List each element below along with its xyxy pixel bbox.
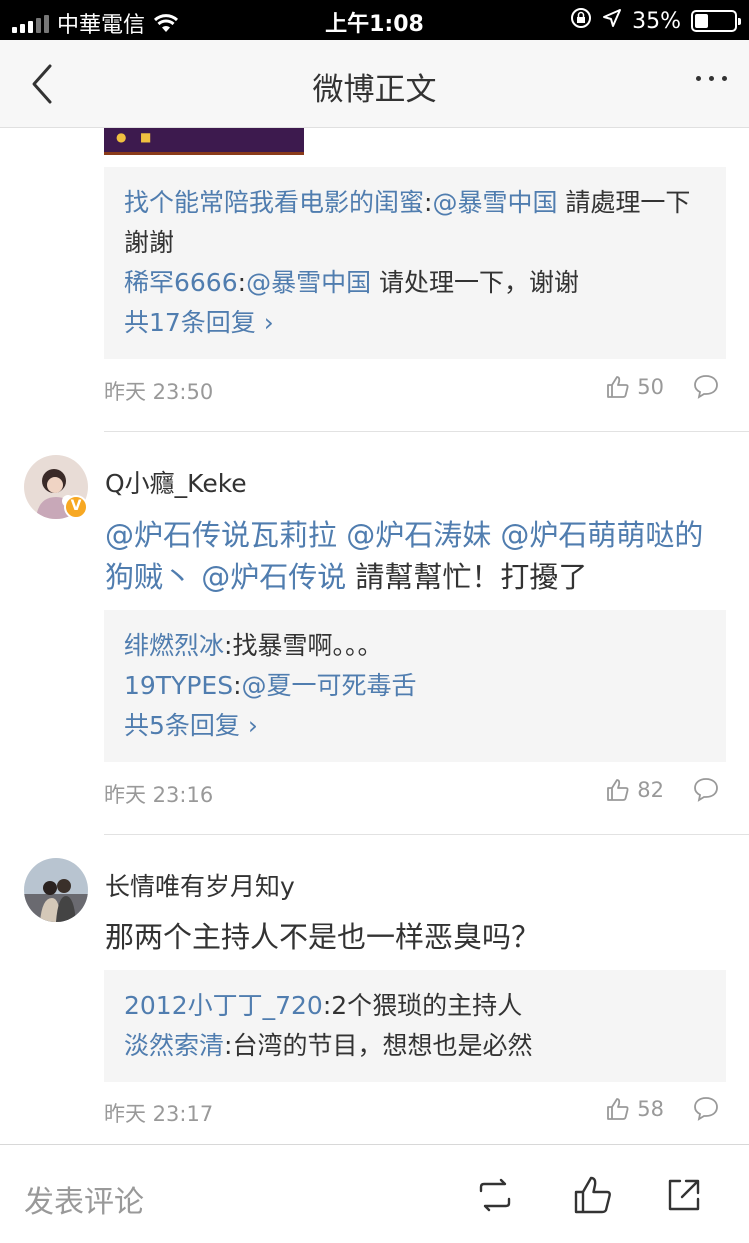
repost-icon xyxy=(479,1178,511,1212)
reply-text: 台湾的节目，想想也是必然 xyxy=(232,1031,533,1060)
comment-bubble-icon xyxy=(694,1097,718,1121)
comment-button[interactable] xyxy=(692,776,720,807)
status-right: 35% xyxy=(570,7,741,35)
reply-mention[interactable]: @暴雪中国 xyxy=(432,188,557,217)
divider xyxy=(104,834,749,835)
reply-item: 淡然索清:台湾的节目，想想也是必然 xyxy=(124,1026,706,1066)
chevron-right-icon: › xyxy=(263,308,274,337)
thumbs-up-icon xyxy=(607,376,629,398)
more-replies-link[interactable]: 共17条回复 › xyxy=(124,303,706,343)
reply-separator: : xyxy=(233,671,242,700)
reply-text: 2个猥琐的主持人 xyxy=(331,991,523,1020)
reply-user[interactable]: 绯燃烈冰 xyxy=(124,631,224,660)
reply-box[interactable]: 2012小丁丁_720:2个猥琐的主持人 淡然索清:台湾的节目，想想也是必然 xyxy=(104,970,726,1082)
like-button[interactable]: 50 xyxy=(605,374,664,400)
location-icon xyxy=(602,8,622,34)
avatar[interactable] xyxy=(24,858,88,922)
reply-item: 绯燃烈冰:找暴雪啊。。。 xyxy=(124,626,706,666)
like-button[interactable]: 82 xyxy=(605,777,664,803)
embedded-image[interactable]: ● ■ xyxy=(104,128,304,155)
like-button[interactable]: 58 xyxy=(605,1096,664,1122)
comment-username[interactable]: 长情唯有岁月知y xyxy=(105,867,295,903)
reply-user[interactable]: 找个能常陪我看电影的闺蜜 xyxy=(124,188,424,217)
like-count: 82 xyxy=(637,778,664,802)
reply-text: 找暴雪啊。。。 xyxy=(232,631,383,660)
reply-user[interactable]: 19TYPES xyxy=(124,671,233,700)
thumbs-up-icon xyxy=(607,1098,629,1120)
more-dot xyxy=(696,76,701,81)
repost-button[interactable] xyxy=(473,1173,517,1217)
comment-username[interactable]: Q小癮_Keke xyxy=(105,464,247,500)
reply-mention[interactable]: @暴雪中国 xyxy=(246,268,371,297)
comment-time: 昨天 23:17 xyxy=(104,1102,214,1126)
page-title: 微博正文 xyxy=(312,72,437,108)
reply-separator: : xyxy=(237,268,247,297)
comment-list: ● ■ 找个能常陪我看电影的闺蜜:@暴雪中国 請處理一下謝謝 稀罕6666:@暴… xyxy=(0,128,749,1144)
more-options-button[interactable] xyxy=(696,76,727,81)
reply-text: 请处理一下，谢谢 xyxy=(371,268,580,297)
more-dot xyxy=(709,76,714,81)
comment-text: 請幫幫忙！打擾了 xyxy=(346,560,588,594)
reply-item: 19TYPES:@夏一可死毒舌 xyxy=(124,666,706,706)
twitch-icon: ■ xyxy=(140,130,152,144)
like-post-button[interactable] xyxy=(571,1173,615,1217)
more-replies-label: 共17条回复 xyxy=(124,308,256,337)
status-bar: 中華電信 上午1:08 35% xyxy=(0,0,749,40)
like-count: 58 xyxy=(637,1097,664,1121)
thumbs-up-icon xyxy=(574,1176,611,1214)
comment-meta: 昨天 23:17 58 xyxy=(104,1095,726,1128)
more-replies-link[interactable]: 共5条回复 › xyxy=(124,706,706,746)
chevron-right-icon: › xyxy=(247,711,258,740)
reply-user[interactable]: 稀罕6666 xyxy=(124,268,238,297)
more-dot xyxy=(722,76,727,81)
reply-item: 稀罕6666:@暴雪中国 请处理一下，谢谢 xyxy=(124,263,706,303)
thumbs-up-icon xyxy=(607,779,629,801)
reply-box[interactable]: 绯燃烈冰:找暴雪啊。。。 19TYPES:@夏一可死毒舌 共5条回复 › xyxy=(104,610,726,762)
comment-bubble-icon xyxy=(694,778,718,802)
reply-item: 找个能常陪我看电影的闺蜜:@暴雪中国 請處理一下謝謝 xyxy=(124,183,706,263)
bottom-action-bar: 发表评论 xyxy=(0,1144,749,1243)
comment-text: 那两个主持人不是也一样恶臭吗？ xyxy=(105,920,541,954)
more-replies-label: 共5条回复 xyxy=(124,711,240,740)
comment-time: 昨天 23:50 xyxy=(104,380,214,404)
comment-bubble-icon xyxy=(694,375,718,399)
comment-button[interactable] xyxy=(692,373,720,404)
battery-icon xyxy=(691,10,741,32)
divider xyxy=(104,431,749,432)
comment-body: @炉石传说瓦莉拉 @炉石涛妹 @炉石萌萌哒的狗贼丶 @炉石传说 請幫幫忙！打擾了 xyxy=(105,514,725,598)
like-count: 50 xyxy=(637,375,664,399)
share-button[interactable] xyxy=(662,1173,706,1217)
battery-percent: 35% xyxy=(632,8,681,34)
reply-user[interactable]: 2012小丁丁_720 xyxy=(124,991,323,1020)
comment-time: 昨天 23:16 xyxy=(104,783,214,807)
comment-input[interactable]: 发表评论 xyxy=(24,1177,144,1221)
battery-fill xyxy=(695,14,709,28)
comment-meta: 昨天 23:16 82 xyxy=(104,776,726,809)
reply-user[interactable]: 淡然索清 xyxy=(124,1031,224,1060)
rotation-lock-icon xyxy=(570,7,592,35)
twitter-icon: ● xyxy=(116,130,127,144)
reply-mention[interactable]: @夏一可死毒舌 xyxy=(242,671,417,700)
reply-box[interactable]: 找个能常陪我看电影的闺蜜:@暴雪中国 請處理一下謝謝 稀罕6666:@暴雪中国 … xyxy=(104,167,726,359)
verified-badge-icon: V xyxy=(64,495,88,519)
comment-meta: 昨天 23:50 50 xyxy=(104,373,726,406)
comment-button[interactable] xyxy=(692,1095,720,1126)
share-icon xyxy=(668,1179,700,1211)
reply-item: 2012小丁丁_720:2个猥琐的主持人 xyxy=(124,986,706,1026)
nav-bar: 微博正文 xyxy=(0,40,749,128)
comment-body: 那两个主持人不是也一样恶臭吗？ xyxy=(105,916,725,958)
